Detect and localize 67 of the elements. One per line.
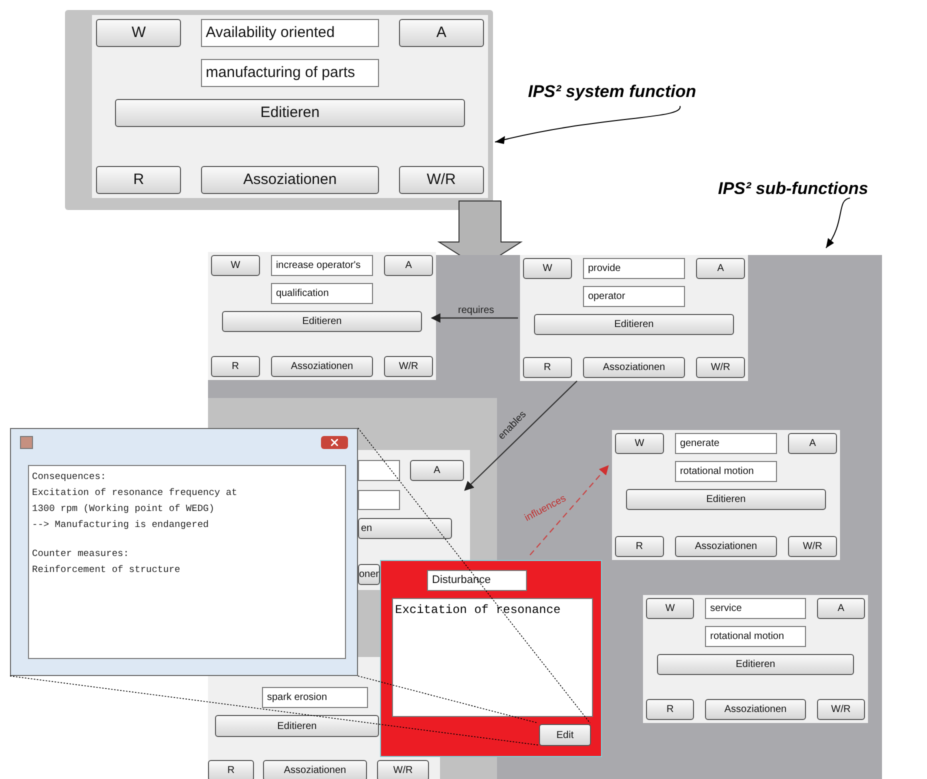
subtitle-field[interactable]: operator	[582, 286, 686, 307]
annotation-arrow	[826, 198, 850, 248]
associations-button[interactable]: Assoziationen	[674, 536, 778, 557]
subtitle-field[interactable]: rotational motion	[705, 626, 806, 647]
text-line: 1300 rpm (Working point of WEDG)	[32, 502, 216, 516]
wr-button[interactable]: W/R	[398, 166, 484, 194]
r-button[interactable]: R	[615, 536, 664, 557]
w-button[interactable]: W	[646, 598, 694, 619]
edit-button[interactable]: Editieren	[626, 489, 826, 510]
a-button[interactable]: A	[410, 460, 464, 481]
associations-button[interactable]: Assoziationen	[582, 357, 686, 378]
close-icon	[331, 439, 338, 446]
a-button[interactable]: A	[696, 258, 745, 279]
a-button[interactable]: A	[398, 19, 484, 47]
edit-button[interactable]: Editieren	[115, 99, 465, 127]
text-line: --> Manufacturing is endangered	[32, 518, 210, 532]
w-button[interactable]: W	[523, 258, 572, 279]
subtitle-field[interactable]: manufacturing of parts	[200, 59, 380, 87]
title-field[interactable]	[358, 460, 400, 481]
associations-button[interactable]: Assoziationen	[263, 760, 367, 779]
wr-button[interactable]: W/R	[384, 356, 433, 377]
wr-button[interactable]: W/R	[816, 699, 865, 720]
wr-button[interactable]: W/R	[788, 536, 837, 557]
subtitle-field[interactable]: spark erosion	[262, 687, 368, 708]
annotation-label: IPS² sub-functions	[718, 178, 868, 200]
relation-label: requires	[458, 304, 494, 318]
text-line: Consequences:	[32, 470, 108, 484]
subtitle-field[interactable]: rotational motion	[674, 461, 778, 482]
close-button[interactable]	[321, 436, 348, 449]
wr-button[interactable]: W/R	[377, 760, 429, 779]
text-line: Reinforcement of structure	[32, 563, 182, 577]
w-button[interactable]: W	[96, 19, 182, 47]
associations-button[interactable]: oner	[358, 564, 380, 585]
r-button[interactable]: R	[523, 357, 572, 378]
app-icon	[20, 436, 33, 449]
title-field[interactable]: generate	[674, 433, 778, 454]
r-button[interactable]: R	[208, 760, 254, 779]
title-field[interactable]: increase operator's	[270, 255, 374, 276]
edit-button[interactable]: Edit	[539, 724, 591, 746]
edit-button[interactable]: Editieren	[215, 715, 379, 737]
r-button[interactable]: R	[646, 699, 694, 720]
r-button[interactable]: R	[211, 356, 260, 377]
associations-button[interactable]: Assoziationen	[200, 166, 380, 194]
text-area[interactable]: Consequences: Excitation of resonance frequency at 1300 rpm (Working point of WEDG) --> Manufacturing is endangered Counter measures: Reinforcement of structure	[28, 465, 346, 659]
title-field[interactable]: Availability oriented	[200, 19, 380, 47]
subtitle-field[interactable]: qualification	[270, 283, 374, 304]
wr-button[interactable]: W/R	[696, 357, 745, 378]
associations-button[interactable]: Assoziationen	[705, 699, 806, 720]
description-text-area[interactable]: Excitation of resonance	[392, 598, 593, 717]
associations-button[interactable]: Assoziationen	[270, 356, 374, 377]
edit-button[interactable]: Editieren	[656, 654, 854, 675]
edit-button[interactable]: en	[358, 518, 452, 539]
annotation-label: IPS² system function	[528, 81, 696, 103]
subtitle-field[interactable]	[358, 490, 400, 510]
disturbance-field[interactable]: Disturbance	[427, 570, 527, 591]
title-field[interactable]: provide	[582, 258, 686, 279]
edit-button[interactable]: Editieren	[222, 311, 422, 332]
w-button[interactable]: W	[211, 255, 260, 276]
title-field[interactable]: service	[705, 598, 806, 619]
w-button[interactable]: W	[615, 433, 664, 454]
a-button[interactable]: A	[816, 598, 865, 619]
a-button[interactable]: A	[384, 255, 433, 276]
a-button[interactable]: A	[788, 433, 837, 454]
edit-button[interactable]: Editieren	[534, 314, 734, 335]
text-line: Counter measures:	[32, 547, 130, 561]
text-line: Excitation of resonance frequency at	[32, 486, 238, 500]
r-button[interactable]: R	[96, 166, 182, 194]
